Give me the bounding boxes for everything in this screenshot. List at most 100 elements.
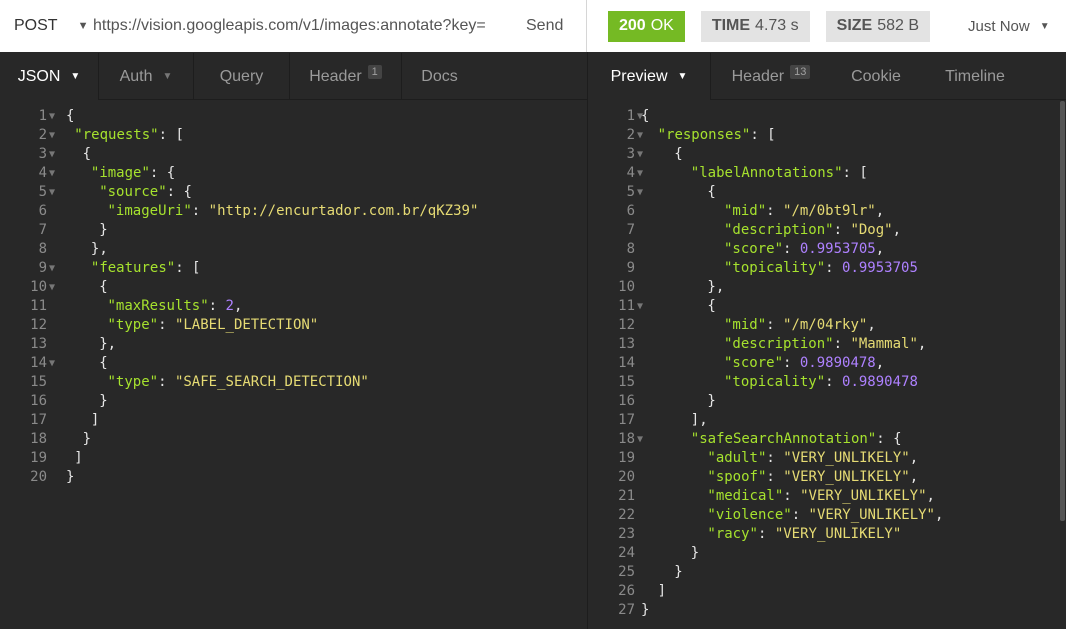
code-text: "labelAnnotations": [ [691,164,868,183]
line-number: 25 [618,564,635,580]
send-button[interactable]: Send [526,17,586,35]
code-line: 4 ▼ "image": { [0,164,587,183]
code-text: "source": { [99,183,192,202]
url-input[interactable]: https://vision.googleapis.com/v1/images:… [90,17,526,35]
json-key: "imageUri" [107,203,192,219]
history-dropdown[interactable]: Just Now ▼ [968,18,1050,35]
fold-arrow-icon[interactable]: ▼ [637,430,643,449]
code-text: ], [691,411,708,430]
json-key: "topicality" [724,260,826,276]
tab-auth-label: Auth [119,67,153,85]
tab-header[interactable]: Header 1 [290,53,402,100]
json-key: "responses" [657,127,751,143]
line-number: 19 [618,450,635,466]
response-preview[interactable]: 1 ▼{2 ▼ "responses": [3 ▼{4 ▼ "labelAnnotation… [588,101,1066,629]
line-number: 4 [626,165,635,181]
caret-down-icon: ▼ [1039,20,1050,32]
tab-docs[interactable]: Docs [402,53,477,100]
json-number: 2 [225,298,234,314]
line-number: 7 [38,222,47,238]
json-punct: } [99,222,108,238]
fold-arrow-icon[interactable]: ▼ [637,183,643,202]
fold-arrow-icon[interactable]: ▼ [637,126,643,145]
json-punct: : [158,374,175,390]
code-line: 8}, [0,240,587,259]
json-punct: , [892,222,902,238]
fold-arrow-icon[interactable]: ▼ [49,107,55,126]
json-punct: , [909,469,919,485]
fold-arrow-icon[interactable]: ▼ [49,126,55,145]
code-text: { [674,145,682,164]
line-number: 10 [30,279,47,295]
tab-json-label: JSON [17,67,61,85]
line-number: 1 [626,108,635,124]
tab-json[interactable]: JSON ▼ [0,53,99,100]
fold-arrow-icon[interactable]: ▼ [637,145,643,164]
code-text: { [83,145,91,164]
json-punct: } [707,393,716,409]
fold-arrow-icon[interactable]: ▼ [637,297,643,316]
json-punct: } [99,393,108,409]
time-label: TIME [711,17,751,34]
code-text: } [674,563,682,582]
tab-preview-label: Preview [610,67,668,85]
fold-arrow-icon[interactable]: ▼ [49,278,55,297]
json-punct: { [641,108,650,124]
code-text: "type": "LABEL_DETECTION" [108,316,319,335]
method-select[interactable]: POST ▼ [0,0,90,52]
code-text: "description": "Dog", [724,221,901,240]
tab-cookie[interactable]: Cookie [831,53,921,100]
code-text: "mid": "/m/04rky", [724,316,876,335]
code-line: 14 ▼ { [0,354,587,373]
json-punct: , [917,336,927,352]
fold-arrow-icon[interactable]: ▼ [49,145,55,164]
code-text: } [83,430,91,449]
code-line: 21 "medical": "VERY_UNLIKELY", [588,487,1066,506]
fold-arrow-icon[interactable]: ▼ [637,164,643,183]
tab-auth[interactable]: Auth ▼ [99,53,194,100]
code-line: 13 "description": "Mammal", [588,335,1066,354]
code-text: { [99,278,107,297]
code-text: "description": "Mammal", [724,335,926,354]
code-text: "image": { [91,164,175,183]
time-badge: TIME 4.73 s [700,10,810,42]
tab-response-header[interactable]: Header 13 [711,53,831,100]
code-text: "responses": [ [658,126,776,145]
request-body-editor[interactable]: 1 ▼{2 ▼ "requests": [3 ▼{4 ▼ "image": {5 ▼ "sour… [0,101,587,629]
json-key: "score" [724,241,784,257]
json-punct: , [875,203,885,219]
json-punct: { [66,108,75,124]
tab-query[interactable]: Query [194,53,290,100]
tab-timeline[interactable]: Timeline [921,53,1029,100]
json-punct: : [766,450,784,466]
code-text: { [707,297,715,316]
json-punct: } [641,602,650,618]
code-text: } [99,221,107,240]
tab-preview[interactable]: Preview ▼ [588,53,711,100]
fold-arrow-icon[interactable]: ▼ [49,259,55,278]
fold-arrow-icon[interactable]: ▼ [49,183,55,202]
scrollbar[interactable] [1060,101,1065,521]
code-line: 6 "mid": "/m/0bt9lr", [588,202,1066,221]
code-line: 8 "score": 0.9953705, [588,240,1066,259]
code-text: { [641,107,649,126]
line-number: 21 [618,488,635,504]
code-text: "medical": "VERY_UNLIKELY", [707,487,935,506]
line-number: 12 [618,317,635,333]
json-string: "LABEL_DETECTION" [174,317,319,333]
json-string: "http://encurtador.com.br/qKZ39" [208,203,479,219]
code-line: 12 "mid": "/m/04rky", [588,316,1066,335]
line-number: 7 [626,222,635,238]
caret-down-icon: ▼ [77,20,89,32]
json-punct: : [191,203,209,219]
header-count-badge: 1 [367,64,382,79]
code-text: "score": 0.9953705, [724,240,884,259]
line-number: 16 [618,393,635,409]
code-line: 24} [588,544,1066,563]
code-text: } [641,601,649,620]
fold-arrow-icon[interactable]: ▼ [49,354,55,373]
request-code[interactable]: 1 ▼{2 ▼ "requests": [3 ▼{4 ▼ "image": {5 ▼ "sour… [0,107,587,487]
code-line: 5 ▼ { [588,183,1066,202]
line-number: 4 [38,165,47,181]
fold-arrow-icon[interactable]: ▼ [49,164,55,183]
